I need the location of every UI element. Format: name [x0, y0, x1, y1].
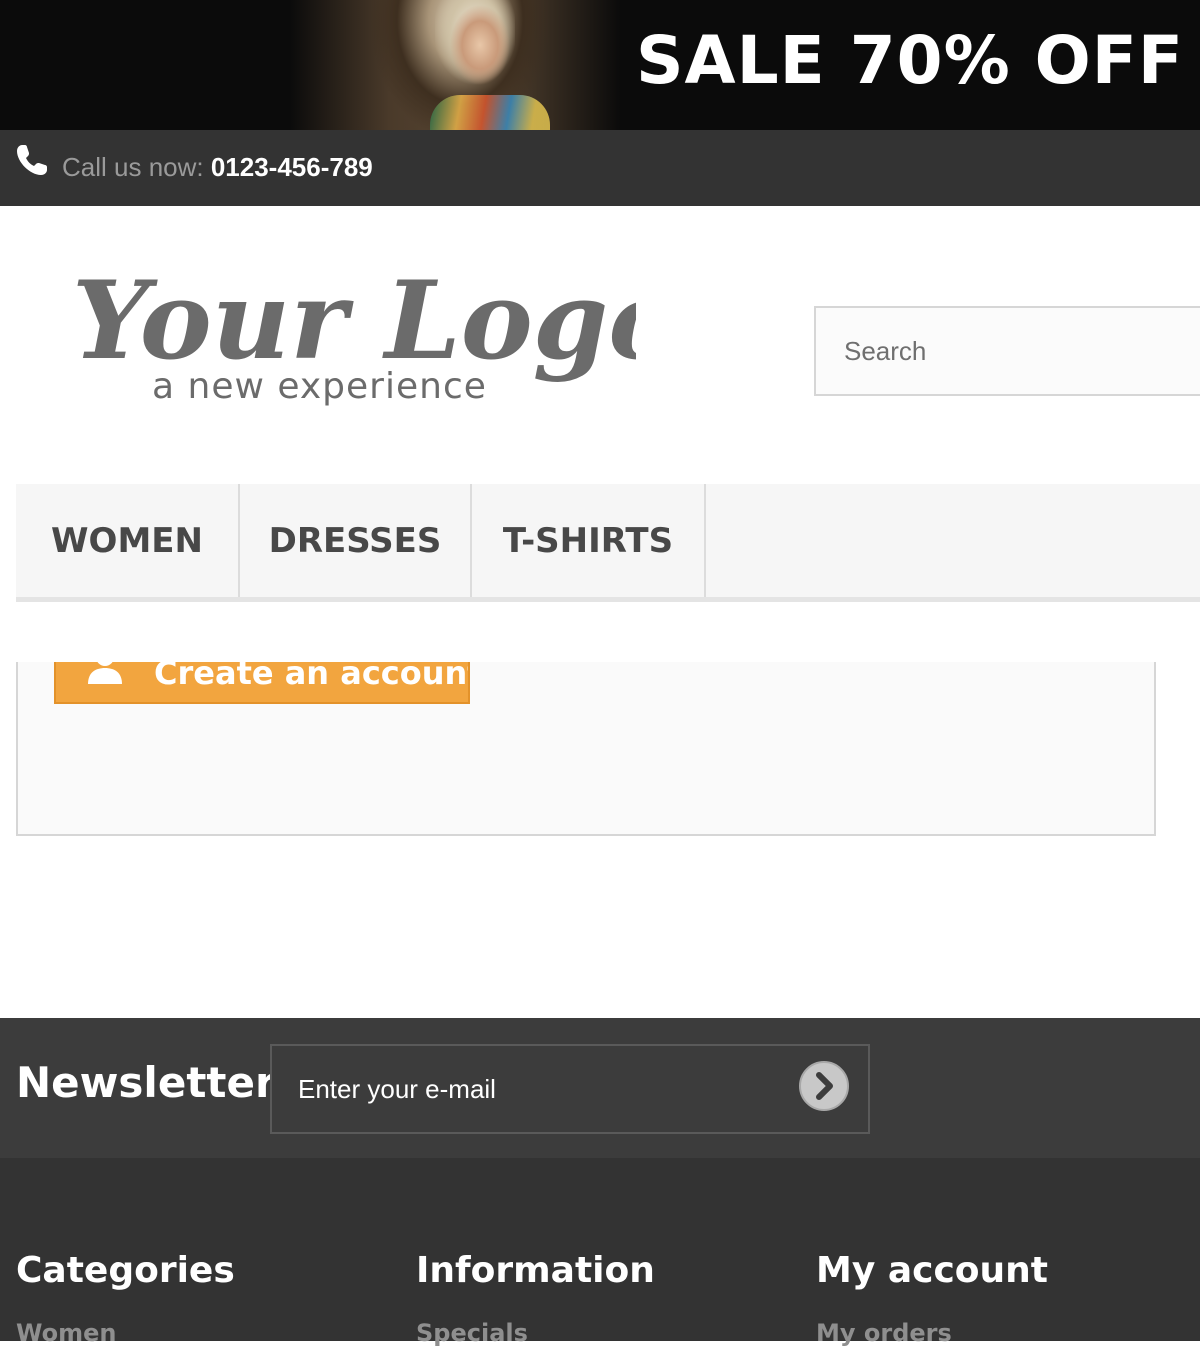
newsletter-title: Newsletter [16, 1058, 276, 1107]
phone-number: 0123-456-789 [210, 152, 373, 182]
footer-information-title: Information [416, 1250, 655, 1291]
create-account-label: Create an account [154, 662, 470, 692]
menu-item-t-shirts[interactable]: T-SHIRTS [472, 484, 706, 597]
footer-link-women[interactable]: Women [16, 1318, 116, 1348]
menu-item-dresses[interactable]: DRESSES [240, 484, 472, 597]
banner-model-dress [430, 95, 550, 130]
main-menu: WOMEN DRESSES T-SHIRTS [16, 484, 1200, 602]
call-us-text: Call us now: 0123-456-789 [62, 152, 373, 182]
call-label: Call us now: [62, 152, 211, 182]
create-account-button[interactable]: Create an account [54, 662, 470, 704]
banner-sale-text: SALE 70% OFF AL [636, 22, 1200, 99]
logo-tagline: a new experience [152, 366, 487, 407]
search-input[interactable] [814, 306, 1200, 396]
phone-icon [17, 145, 47, 175]
promo-banner[interactable]: SALE 70% OFF AL [0, 0, 1200, 130]
menu-item-women[interactable]: WOMEN [16, 484, 240, 597]
newsletter-email-input[interactable] [270, 1044, 870, 1134]
user-icon [88, 662, 122, 684]
footer-link-specials[interactable]: Specials [416, 1318, 528, 1348]
chevron-right-circle-icon[interactable] [798, 1060, 850, 1112]
footer-my-account-title: My account [816, 1250, 1048, 1291]
footer-link-my-orders[interactable]: My orders [816, 1318, 952, 1348]
store-logo[interactable]: Your Logo a new experience [66, 250, 636, 420]
footer-categories-title: Categories [16, 1250, 235, 1291]
